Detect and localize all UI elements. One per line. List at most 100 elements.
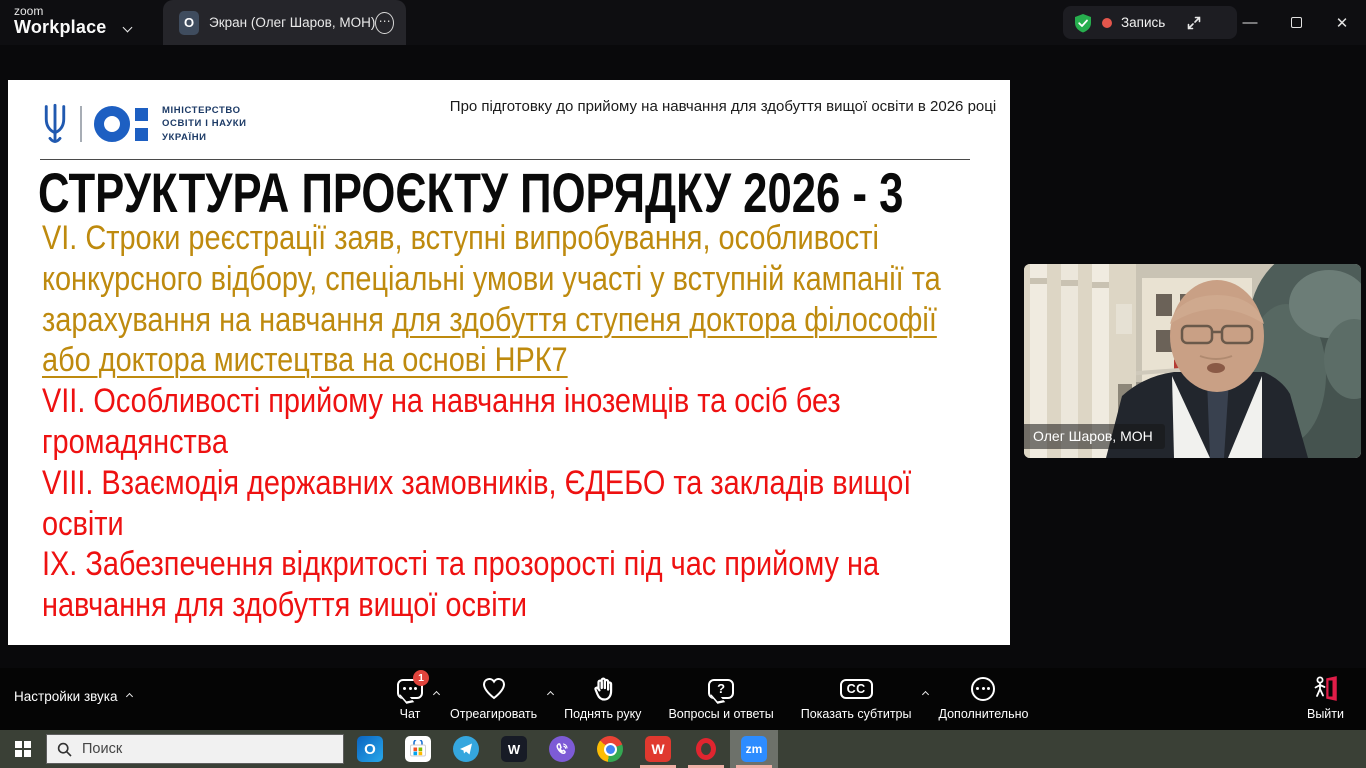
telegram-icon (453, 736, 479, 762)
restore-button[interactable] (1273, 0, 1319, 45)
item-viii: VIII. Взаємодія державних замовників, ЄД… (42, 463, 912, 543)
raise-hand-button[interactable]: Поднять руку (564, 675, 641, 721)
ministry-line1: МІНІСТЕРСТВО (162, 105, 241, 117)
windows-logo-icon (15, 741, 31, 757)
recording-label: Запись (1121, 15, 1166, 30)
captions-button[interactable]: CC Показать субтитры (800, 675, 929, 721)
chat-menu-chevron[interactable] (432, 684, 441, 702)
tab-title: Экран (Олег Шаров, МОН) (209, 15, 376, 30)
react-menu-chevron[interactable] (547, 684, 555, 702)
leave-button[interactable]: Выйти (1307, 675, 1344, 721)
recording-dot-icon (1102, 17, 1112, 28)
item-vii: VII. Особливості прийому на навчання іно… (42, 382, 841, 461)
outlook-glyph: O (364, 740, 376, 758)
raise-hand-label: Поднять руку (564, 707, 642, 721)
leave-door-icon (1311, 675, 1339, 702)
wps-office-icon: W (645, 736, 671, 762)
start-button[interactable] (0, 730, 46, 768)
react-button[interactable]: Отреагировать (450, 675, 555, 721)
chat-label: Чат (399, 707, 421, 721)
chat-unread-badge: 1 (413, 670, 429, 686)
fullscreen-expand-button[interactable] (1186, 15, 1202, 31)
outlook-icon: O (357, 736, 383, 762)
ministry-name: МІНІСТЕРСТВО ОСВІТИ І НАУКИ УКРАЇНИ (162, 104, 247, 144)
microsoft-store-icon (405, 736, 431, 762)
slide-body: VI. Строки реєстрації заяв, вступні випр… (42, 218, 979, 626)
webex-icon: W (501, 736, 527, 762)
leave-label: Выйти (1306, 707, 1344, 721)
tryzub-icon (40, 102, 70, 146)
taskbar-app-store[interactable] (394, 730, 442, 768)
chevron-up-icon (126, 692, 134, 701)
react-label: Отреагировать (450, 707, 538, 721)
participant-avatar: О (179, 10, 200, 35)
window-title-bar: zoom Workplace О Экран (Олег Шаров, МОН)… (0, 0, 1366, 45)
shared-screen-tab[interactable]: О Экран (Олег Шаров, МОН) ⋯ (163, 0, 406, 45)
participant-name-label: Олег Шаров, МОН (1024, 424, 1165, 449)
security-shield-icon (1073, 13, 1093, 33)
taskbar-app-opera[interactable] (682, 730, 730, 768)
minimize-icon: — (1242, 14, 1258, 31)
chevron-up-icon (921, 690, 929, 699)
minimize-button[interactable]: — (1227, 0, 1273, 45)
question-glyph: ? (717, 681, 726, 696)
chrome-icon (597, 736, 623, 762)
search-icon (57, 742, 72, 757)
more-options-button[interactable]: Дополнительно (938, 675, 1029, 721)
wps-glyph: W (651, 741, 665, 757)
captions-menu-chevron[interactable] (921, 684, 929, 702)
shared-screen-content: МІНІСТЕРСТВО ОСВІТИ І НАУКИ УКРАЇНИ Про … (8, 80, 1010, 645)
restore-icon (1290, 14, 1305, 28)
chevron-up-icon (547, 690, 555, 699)
search-placeholder: Поиск (82, 741, 123, 757)
zoom-meeting-window: zoom Workplace О Экран (Олег Шаров, МОН)… (0, 0, 1366, 768)
taskbar-app-wps[interactable]: W (634, 730, 682, 768)
closed-captions-icon: CC (839, 678, 873, 699)
chevron-up-icon (432, 690, 441, 699)
item-vi: VI. Строки реєстрації заяв, вступні випр… (42, 218, 979, 381)
webex-glyph: W (507, 741, 521, 757)
slide-running-header: Про підготовку до прийому на навчання дл… (449, 98, 997, 115)
participant-video[interactable]: Олег Шаров, МОН (1024, 264, 1361, 458)
brand-zoom: zoom (14, 4, 44, 18)
opera-icon (693, 736, 719, 762)
taskbar-apps: O W W zm (346, 730, 778, 768)
chevron-down-icon (122, 22, 133, 33)
mon-o-icon (94, 106, 130, 142)
more-label: Дополнительно (938, 707, 1029, 721)
close-button[interactable]: ✕ (1319, 0, 1365, 45)
logo-divider (80, 106, 82, 142)
viber-icon (549, 736, 575, 762)
toolbar-buttons: 1 Чат Отреагировать Поднять руку ? Вопро… (397, 670, 1029, 721)
recording-indicator: Запись (1063, 6, 1237, 39)
zoom-app-icon: zm (741, 736, 767, 762)
item-ix: IX. Забезпечення відкритості та прозорос… (42, 545, 880, 625)
raised-hand-icon (590, 675, 616, 702)
tab-options-button[interactable]: ⋯ (375, 11, 394, 34)
ministry-line2: ОСВІТИ І НАУКИ (162, 118, 247, 130)
taskbar-search-input[interactable]: Поиск (46, 734, 344, 764)
audio-settings-label: Настройки звука (14, 689, 118, 704)
qa-label: Вопросы и ответы (668, 707, 774, 721)
windows-taskbar: Поиск O W W zm (0, 730, 1366, 768)
slide-title: СТРУКТУРА ПРОЄКТУ ПОРЯДКУ 2026 - 3 (38, 161, 904, 224)
chat-button[interactable]: 1 Чат (397, 670, 441, 721)
taskbar-app-outlook[interactable]: O (346, 730, 394, 768)
ellipsis-icon: ⋯ (378, 13, 391, 28)
meeting-toolbar: Настройки звука 1 Чат Отреагировать Подн… (0, 668, 1366, 730)
ellipsis-circle-icon (971, 676, 996, 701)
ministry-line3: УКРАЇНИ (162, 131, 207, 143)
heart-icon (481, 675, 507, 702)
ministry-logo: МІНІСТЕРСТВО ОСВІТИ І НАУКИ УКРАЇНИ (40, 102, 247, 146)
taskbar-app-webex[interactable]: W (490, 730, 538, 768)
taskbar-app-zoom[interactable]: zm (730, 730, 778, 768)
captions-label: Показать субтитры (800, 707, 912, 721)
qa-button[interactable]: ? Вопросы и ответы (668, 675, 774, 721)
workspace-dropdown-button[interactable] (122, 18, 133, 36)
taskbar-app-chrome[interactable] (586, 730, 634, 768)
taskbar-app-viber[interactable] (538, 730, 586, 768)
audio-settings-button[interactable]: Настройки звука (14, 689, 134, 704)
taskbar-app-telegram[interactable] (442, 730, 490, 768)
question-bubble-icon: ? (708, 678, 735, 699)
zoom-glyph: zm (745, 742, 763, 756)
